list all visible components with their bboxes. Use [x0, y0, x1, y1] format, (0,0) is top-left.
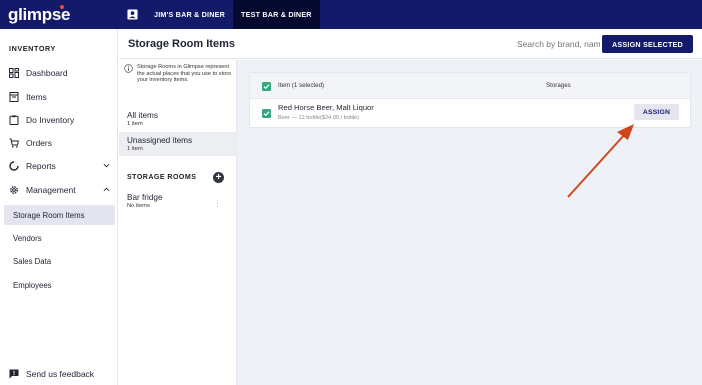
- sidebar-item-management[interactable]: Management: [0, 180, 118, 200]
- logo-dot: [60, 5, 64, 9]
- select-all-checkbox[interactable]: [262, 82, 271, 91]
- sidebar-subitem-vendors[interactable]: Vendors: [4, 228, 115, 248]
- check-icon: [263, 111, 270, 117]
- page-title: Storage Room Items: [128, 38, 235, 50]
- dashboard-icon: [9, 68, 19, 78]
- filter-count: 1 item: [127, 121, 143, 127]
- assign-button[interactable]: ASSIGN: [634, 104, 679, 120]
- sidebar: INVENTORY Dashboard Items Do Inventory O…: [0, 29, 118, 385]
- top-bar: glimpse JIM'S BAR & DINER TEST BAR & DIN…: [0, 0, 702, 29]
- info-text: Storage Rooms in Glimpse represent the a…: [137, 64, 232, 84]
- sidebar-item-items[interactable]: Items: [0, 87, 118, 107]
- check-icon: [263, 84, 270, 90]
- filter-name: All items: [127, 111, 158, 120]
- sidebar-item-dashboard[interactable]: Dashboard: [0, 63, 118, 83]
- column-header-storages: Storages: [546, 82, 571, 89]
- sidebar-item-orders[interactable]: Orders: [0, 133, 118, 153]
- storage-rooms-panel: Storage Rooms in Glimpse represent the a…: [119, 60, 237, 385]
- sidebar-subitem-storage-room-items[interactable]: Storage Room Items: [4, 205, 115, 225]
- room-menu-icon[interactable]: · · ·: [216, 196, 220, 211]
- sidebar-item-label: Management: [26, 185, 76, 195]
- tab-jims-bar[interactable]: JIM'S BAR & DINER: [146, 0, 233, 29]
- page-header: Storage Room Items ASSIGN SELECTED: [119, 29, 702, 59]
- reports-icon: [9, 161, 19, 171]
- column-header-item: Item (1 selected): [278, 82, 325, 89]
- sidebar-item-label: Items: [26, 92, 47, 102]
- sidebar-item-reports[interactable]: Reports: [0, 156, 118, 176]
- item-name: Red Horse Beer, Malt Liquor: [278, 103, 374, 112]
- row-checkbox[interactable]: [262, 109, 271, 118]
- gear-icon: [9, 185, 19, 195]
- feedback-link[interactable]: Send us feedback: [0, 364, 118, 384]
- chevron-up-icon[interactable]: [103, 186, 110, 193]
- sidebar-item-label: Dashboard: [26, 68, 68, 78]
- tab-test-bar[interactable]: TEST BAR & DINER: [233, 0, 320, 29]
- filter-name: Unassigned items: [127, 136, 193, 145]
- sidebar-item-label: Orders: [26, 138, 52, 148]
- sidebar-subitem-sales-data[interactable]: Sales Data: [4, 251, 115, 271]
- main-content: Item (1 selected) Storages Red Horse Bee…: [237, 60, 702, 385]
- storage-rooms-title: STORAGE ROOMS: [127, 174, 197, 181]
- item-detail: Beer — 12 bottle($24.00 / bottle): [278, 115, 360, 121]
- add-room-icon[interactable]: +: [213, 172, 224, 183]
- cart-icon: [9, 138, 19, 148]
- items-icon: [9, 92, 19, 102]
- sidebar-subitem-employees[interactable]: Employees: [4, 275, 115, 295]
- contact-card-icon: [126, 9, 138, 20]
- sidebar-item-do-inventory[interactable]: Do Inventory: [0, 110, 118, 130]
- items-table: Item (1 selected) Storages Red Horse Bee…: [249, 72, 691, 128]
- clipboard-icon: [9, 115, 19, 125]
- info-icon: [124, 64, 133, 73]
- table-header: Item (1 selected) Storages: [250, 73, 690, 99]
- chevron-down-icon[interactable]: [103, 162, 110, 169]
- sidebar-item-label: Reports: [26, 161, 56, 171]
- app-logo[interactable]: glimpse: [0, 0, 118, 29]
- filter-count: 1 item: [127, 146, 143, 152]
- table-row[interactable]: Red Horse Beer, Malt Liquor Beer — 12 bo…: [250, 99, 690, 128]
- assign-selected-button[interactable]: ASSIGN SELECTED: [602, 35, 693, 53]
- filter-all-items[interactable]: All items 1 item: [119, 110, 236, 132]
- filter-unassigned-items[interactable]: Unassigned items 1 item: [119, 132, 236, 156]
- location-icon[interactable]: [118, 0, 146, 29]
- feedback-label: Send us feedback: [26, 369, 95, 379]
- sidebar-item-label: Do Inventory: [26, 115, 75, 125]
- sidebar-section-title: INVENTORY: [9, 44, 56, 53]
- feedback-icon: [9, 369, 19, 379]
